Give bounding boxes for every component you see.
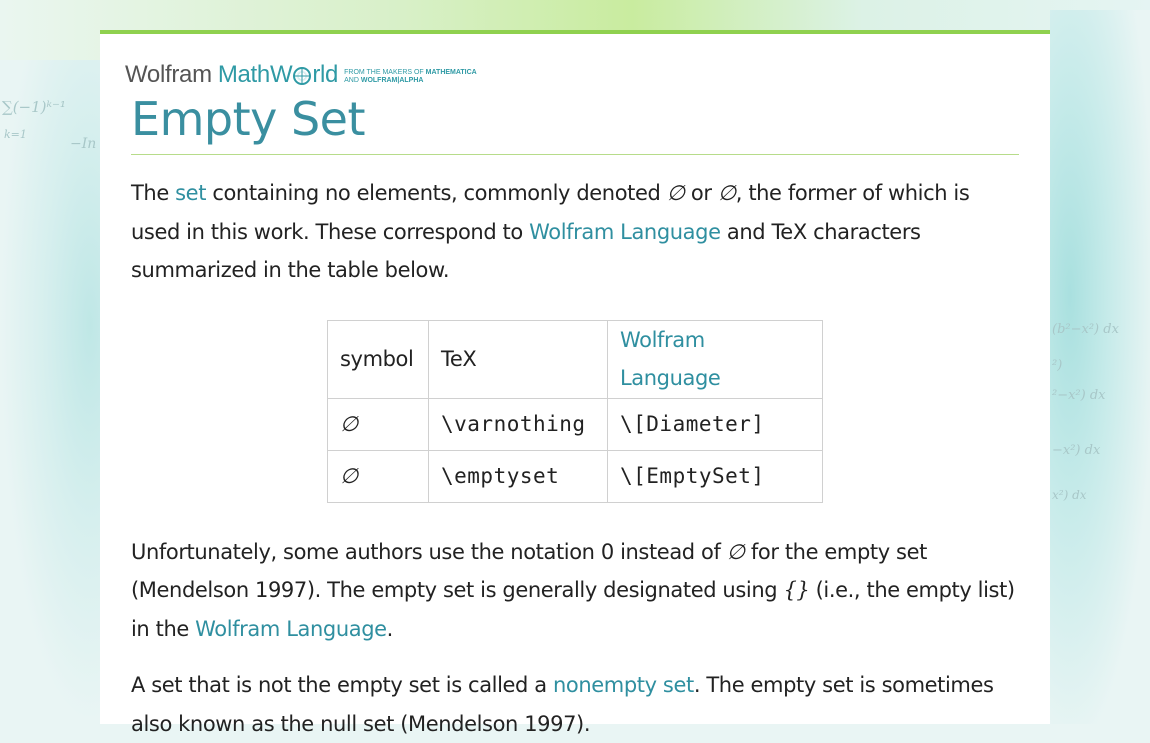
table-cell-wl: \[EmptySet] [607, 449, 823, 503]
logo-mathworld-text: MathW rld [217, 61, 339, 89]
paragraph-notation: Unfortunately, some authors use the nota… [131, 533, 1021, 649]
text: The [131, 181, 176, 205]
empty-set-symbol: ∅ [666, 181, 685, 205]
tagline-product1: MATHEMATICA [425, 69, 477, 76]
table-header-cell: Wolfram Language [607, 319, 823, 399]
link-nonempty-set[interactable]: nonempty set [553, 673, 694, 697]
decorative-formula: −x²) dx [1052, 443, 1101, 458]
table-header-tex: TeX [428, 319, 608, 399]
table-cell-tex: \emptyset [428, 449, 608, 503]
logo-tagline: FROM THE MAKERS OF MATHEMATICA AND WOLFR… [344, 69, 477, 85]
decorative-formula: x²) dx [1052, 488, 1087, 502]
decorative-formula: ∑(−1)ᵏ⁻¹ [2, 98, 66, 116]
link-set[interactable]: set [175, 181, 206, 205]
table-cell-symbol: ∅ [327, 449, 429, 503]
link-table-wolfram-language[interactable]: Wolfram Language [620, 328, 721, 391]
decorative-formula: −In [70, 136, 97, 152]
background-left-decoration [0, 60, 100, 724]
table-header-row: symbol TeX Wolfram Language [327, 319, 823, 399]
article-page: Wolfram MathW rld FROM THE MAKERS OF MATH… [100, 30, 1050, 736]
logo-mathworld-part2: rld [312, 61, 339, 88]
tagline-line2: AND [344, 77, 359, 84]
paragraph-nonempty: A set that is not the empty set is calle… [131, 666, 1021, 743]
site-logo[interactable]: Wolfram MathW rld FROM THE MAKERS OF MATH… [125, 59, 477, 89]
table-cell-tex: \varnothing [428, 397, 608, 451]
logo-wolfram-text: Wolfram [125, 61, 212, 88]
globe-icon [293, 67, 312, 85]
table-header-symbol: symbol [327, 319, 429, 399]
table-cell-symbol: ∅ [327, 397, 429, 451]
article-content: The set containing no elements, commonly… [131, 174, 1021, 743]
decorative-formula: ²) [1052, 358, 1063, 373]
text: . [386, 616, 394, 641]
text: A set that is not the empty set is calle… [131, 673, 554, 697]
text: Unfortunately, some authors use the nota… [131, 539, 727, 564]
background-right-decoration [1050, 10, 1150, 724]
paragraph-intro: The set containing no elements, commonly… [131, 174, 1021, 290]
tagline-product2: WOLFRAM|ALPHA [360, 77, 424, 84]
text: containing no elements, commonly denoted [206, 181, 667, 205]
tagline-line1: FROM THE MAKERS OF [344, 69, 424, 76]
table-row: ∅ \emptyset \[EmptySet] [327, 449, 823, 503]
empty-set-symbol: ∅ [717, 181, 736, 205]
link-wolfram-language[interactable]: Wolfram Language [529, 220, 721, 244]
title-divider [131, 154, 1019, 155]
logo-mathworld-part1: MathW [217, 61, 293, 88]
empty-list-braces: {} [783, 578, 810, 602]
symbol-table: symbol TeX Wolfram Language ∅ \varnothin… [327, 319, 823, 503]
page-title: Empty Set [131, 92, 366, 146]
decorative-formula: ²−x²) dx [1052, 388, 1106, 403]
text: or [684, 181, 718, 205]
empty-set-symbol: ∅ [726, 539, 745, 564]
table-row: ∅ \varnothing \[Diameter] [327, 397, 823, 451]
table-cell-wl: \[Diameter] [607, 397, 823, 451]
decorative-formula: k=1 [4, 128, 27, 141]
link-wolfram-language[interactable]: Wolfram Language [195, 617, 387, 641]
decorative-formula: (b²−x²) dx [1052, 322, 1119, 337]
